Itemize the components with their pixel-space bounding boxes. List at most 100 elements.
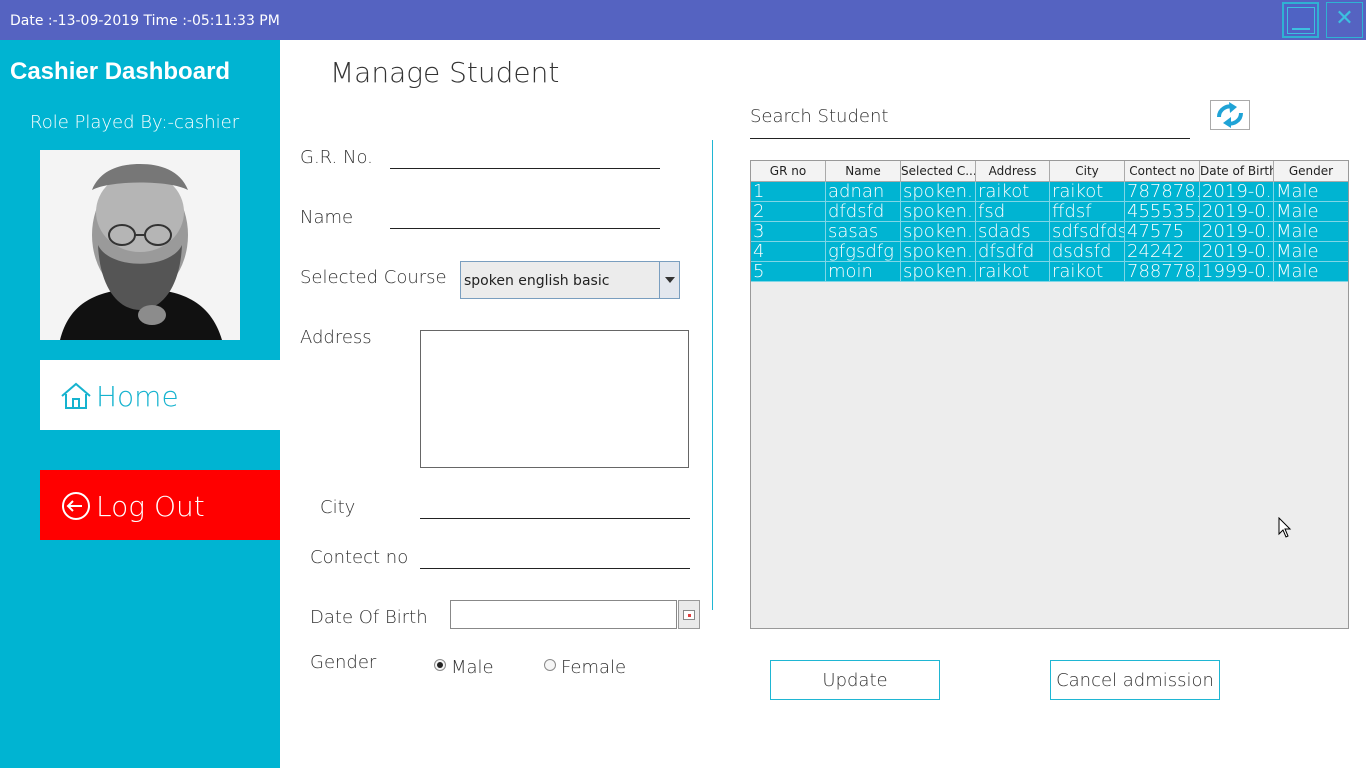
table-cell: ffdsf <box>1050 202 1125 222</box>
table-row[interactable]: 1adnanspoken...raikotraikot787878...2019… <box>751 182 1348 202</box>
calendar-icon <box>683 610 695 620</box>
chevron-down-icon[interactable] <box>659 262 679 298</box>
table-cell: Male <box>1274 262 1348 282</box>
title-bar: Date :-13-09-2019 Time :-05:11:33 PM ✕ <box>0 0 1366 40</box>
table-cell: spoken... <box>901 242 976 262</box>
city-input[interactable] <box>420 518 690 519</box>
table-cell: 4 <box>751 242 826 262</box>
table-header: GR no Name Selected C... Address City Co… <box>751 161 1348 182</box>
cancel-admission-button[interactable]: Cancel admission <box>1050 660 1220 700</box>
table-cell: 1 <box>751 182 826 202</box>
sidebar: Cashier Dashboard Role Played By:-cashie… <box>0 40 280 768</box>
date-picker-button[interactable] <box>678 600 700 629</box>
table-cell: 2 <box>751 202 826 222</box>
dob-input[interactable] <box>450 600 677 629</box>
contact-input[interactable] <box>420 568 690 569</box>
gr-input[interactable] <box>390 168 660 169</box>
table-cell: spoken... <box>901 222 976 242</box>
table-cell: 2019-0... <box>1200 202 1274 222</box>
logout-icon <box>62 492 90 520</box>
col-header[interactable]: Date of Birth <box>1200 161 1274 182</box>
table-cell: sdads <box>976 222 1050 242</box>
search-label: Search Student <box>750 106 889 127</box>
table-cell: spoken... <box>901 262 976 282</box>
table-cell: gfgsdfg <box>826 242 901 262</box>
table-cell: 787878... <box>1125 182 1200 202</box>
table-cell: 3 <box>751 222 826 242</box>
table-row[interactable]: 2dfdsfdspoken...fsdffdsf455535...2019-0.… <box>751 202 1348 222</box>
gender-male-label[interactable]: Male <box>451 657 494 678</box>
col-header[interactable]: Address <box>976 161 1050 182</box>
table-cell: raikot <box>1050 182 1125 202</box>
course-select-value: spoken english basic <box>464 273 610 289</box>
update-label: Update <box>822 670 888 691</box>
minimize-button[interactable] <box>1282 2 1319 38</box>
table-cell: raikot <box>976 182 1050 202</box>
course-label: Selected Course <box>300 267 447 288</box>
table-cell: dfdsfd <box>826 202 901 222</box>
table-cell: 24242 <box>1125 242 1200 262</box>
home-icon <box>61 382 91 409</box>
contact-label: Contect no <box>310 547 409 568</box>
gender-female-label[interactable]: Female <box>561 657 626 678</box>
table-body: 1adnanspoken...raikotraikot787878...2019… <box>751 182 1348 282</box>
refresh-icon <box>1217 102 1243 128</box>
close-icon: ✕ <box>1335 6 1354 31</box>
table-cell: moin <box>826 262 901 282</box>
page-title: Manage Student <box>330 56 560 89</box>
table-row[interactable]: 4gfgsdfgspoken...dfsdfddsdsfd242422019-0… <box>751 242 1348 262</box>
table-row[interactable]: 3sasasspoken...sdadssdfsdfds475752019-0.… <box>751 222 1348 242</box>
col-header[interactable]: Selected C... <box>901 161 976 182</box>
table-cell: Male <box>1274 242 1348 262</box>
datetime-label: Date :-13-09-2019 Time :-05:11:33 PM <box>10 13 280 29</box>
home-label: Home <box>96 380 179 413</box>
table-cell: 2019-0... <box>1200 222 1274 242</box>
table-cell: Male <box>1274 202 1348 222</box>
table-cell: dfsdfd <box>976 242 1050 262</box>
name-label: Name <box>300 207 354 228</box>
student-table[interactable]: GR no Name Selected C... Address City Co… <box>750 160 1349 629</box>
table-cell: Male <box>1274 182 1348 202</box>
gender-male-radio[interactable] <box>434 659 446 671</box>
address-label: Address <box>300 327 372 348</box>
logout-button[interactable]: Log Out <box>40 470 280 540</box>
address-textarea[interactable] <box>420 330 689 468</box>
divider <box>712 140 713 610</box>
gender-female-radio[interactable] <box>544 659 556 671</box>
search-input[interactable] <box>750 138 1190 139</box>
table-cell: sdfsdfds <box>1052 222 1125 242</box>
table-row[interactable]: 5moinspoken...raikotraikot788778...1999-… <box>751 262 1348 282</box>
col-header[interactable]: Gender <box>1274 161 1348 182</box>
avatar-photo-icon <box>40 150 240 340</box>
course-select[interactable]: spoken english basic <box>460 261 680 299</box>
table-cell: adnan <box>826 182 901 202</box>
table-cell: 47575 <box>1125 222 1200 242</box>
logout-label: Log Out <box>96 490 205 523</box>
col-header[interactable]: City <box>1050 161 1125 182</box>
update-button[interactable]: Update <box>770 660 940 700</box>
city-label: City <box>320 497 356 518</box>
close-button[interactable]: ✕ <box>1326 2 1363 38</box>
avatar <box>40 150 240 340</box>
table-cell: raikot <box>1050 262 1125 282</box>
refresh-button[interactable] <box>1210 100 1250 130</box>
table-cell: dsdsfd <box>1050 242 1125 262</box>
col-header[interactable]: Contect no <box>1125 161 1200 182</box>
dashboard-title: Cashier Dashboard <box>10 58 231 85</box>
table-cell: spoken... <box>901 182 976 202</box>
table-cell: 2019-0... <box>1200 242 1274 262</box>
home-button[interactable]: Home <box>40 360 280 430</box>
table-cell: raikot <box>976 262 1050 282</box>
table-cell: fsd <box>976 202 1050 222</box>
gender-label: Gender <box>310 652 377 673</box>
table-cell: sasas <box>826 222 901 242</box>
dob-label: Date Of Birth <box>310 607 428 628</box>
col-header[interactable]: GR no <box>751 161 826 182</box>
name-input[interactable] <box>390 228 660 229</box>
table-cell: 2019-0... <box>1200 182 1274 202</box>
table-cell: 5 <box>751 262 826 282</box>
cursor-icon <box>1278 517 1292 538</box>
table-cell: 788778... <box>1125 262 1200 282</box>
col-header[interactable]: Name <box>826 161 901 182</box>
table-cell: spoken... <box>901 202 976 222</box>
